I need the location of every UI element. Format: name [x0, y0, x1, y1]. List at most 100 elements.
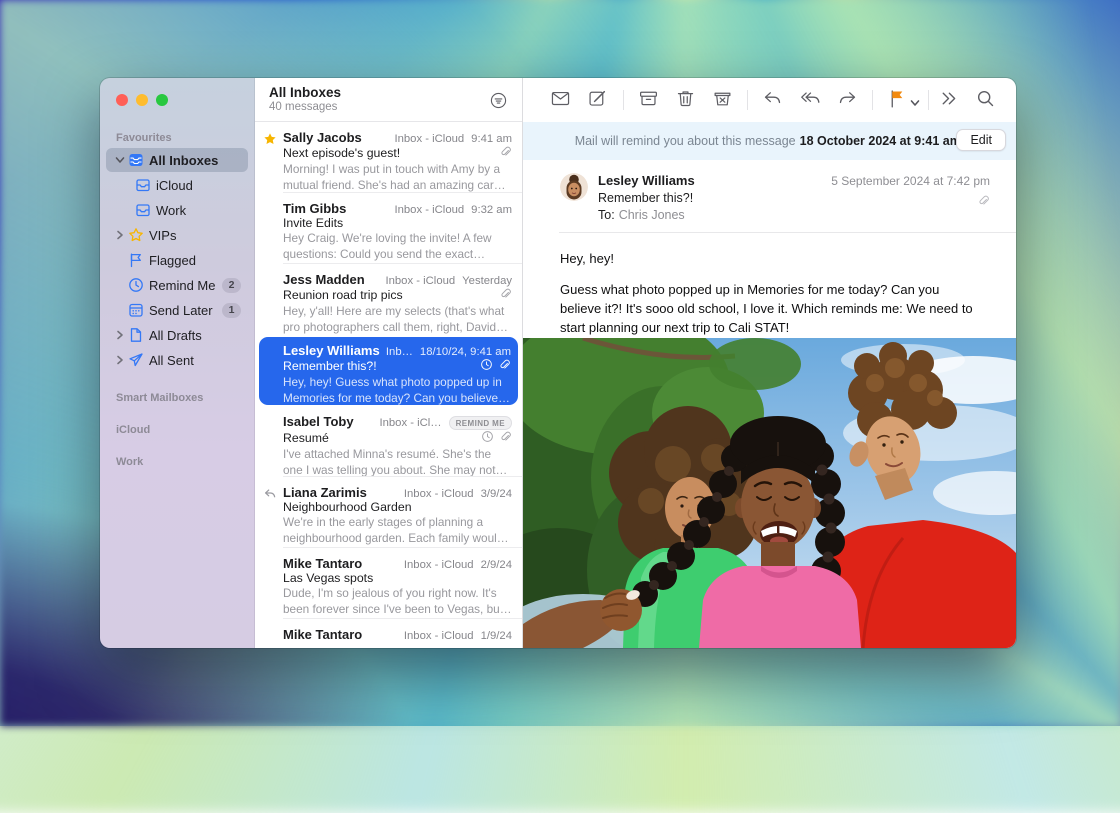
clock-icon: [481, 430, 494, 446]
message-preview: Hey, hey! Guess what photo popped up in …: [283, 375, 511, 406]
message-meta: Inbox - iCloud3/9/24: [404, 488, 512, 500]
toolbar-divider: [872, 90, 873, 110]
message-sender: Sally Jacobs: [283, 130, 362, 145]
zoom-window-button[interactable]: [156, 94, 168, 106]
message-meta: Inbox - iCloud 1/9/24: [404, 630, 512, 642]
message-date: 1/9/24: [481, 630, 512, 642]
sidebar-item-label: All Drafts: [149, 328, 202, 343]
chevron-down-icon[interactable]: [113, 156, 126, 164]
chevron-right-icon[interactable]: [113, 330, 126, 340]
message-subject: Las Vegas spots: [283, 571, 373, 585]
count-badge: 2: [222, 278, 241, 293]
message-date: 5 September 2024 at 7:42 pm: [831, 174, 990, 188]
photo-attachment[interactable]: [523, 338, 1016, 648]
toolbar-get-mail-button[interactable]: [548, 85, 573, 115]
inbox-icon: [134, 177, 151, 194]
sidebar-section-header: Work: [116, 456, 254, 468]
message-sender: Tim Gibbs: [283, 201, 346, 216]
sidebar-item-vips[interactable]: VIPs: [106, 223, 248, 247]
toolbar-divider: [928, 90, 929, 110]
message-meta: Inbox - iCl…REMIND ME: [379, 416, 512, 430]
filter-button[interactable]: [487, 89, 510, 115]
minimize-window-button[interactable]: [136, 94, 148, 106]
flagged-star-icon: [263, 132, 278, 147]
message-preview: Hey Craig. We're loving the invite! A fe…: [283, 231, 512, 262]
message-body: Hey, hey! Guess what photo popped up in M…: [523, 233, 1016, 338]
message-flags: [480, 358, 511, 374]
message-row-mike-tantaro-7[interactable]: Mike Tantaro Inbox - iCloud 1/9/24: [255, 619, 522, 648]
message-preview: Dude, I'm so jealous of you right now. I…: [283, 586, 512, 617]
message-preview: We're in the early stages of planning a …: [283, 515, 512, 546]
message-mailbox: Inbox - iCloud: [404, 488, 474, 500]
message-row-tim-gibbs-1[interactable]: Tim GibbsInbox - iCloud9:32 amInvite Edi…: [255, 193, 522, 264]
message-count: 40 messages: [269, 101, 341, 113]
toolbar-forward-button[interactable]: [835, 85, 860, 115]
toolbar-reply-all-button[interactable]: [798, 85, 823, 115]
message-row-jess-madden-2[interactable]: Jess Madden Inbox - iCloudYesterdayReunio…: [255, 264, 522, 335]
message-sender[interactable]: Lesley Williams: [598, 173, 695, 188]
message-flags: [481, 430, 512, 446]
message-header: Lesley Williams Remember this?! To:Chris…: [523, 160, 1016, 233]
close-window-button[interactable]: [116, 94, 128, 106]
sidebar-item-remind-me[interactable]: Remind Me2: [106, 273, 248, 297]
sidebar-item-work[interactable]: Work: [106, 198, 248, 222]
message-meta: Inbox - iCloudYesterday: [385, 275, 512, 287]
sidebar-item-icloud[interactable]: iCloud: [106, 173, 248, 197]
recipient-name[interactable]: Chris Jones: [619, 208, 685, 222]
toolbar-divider: [623, 90, 624, 110]
message-list-header: All Inboxes 40 messages: [255, 78, 522, 122]
message-date: 9:32 am: [471, 204, 512, 216]
body-paragraph: Guess what photo popped up in Memories f…: [560, 281, 976, 338]
toolbar-search-button[interactable]: [973, 85, 998, 115]
body-paragraph: Hey, hey!: [560, 250, 976, 269]
more-icon: [938, 88, 959, 112]
message-row-isabel-toby-4[interactable]: Isabel TobyInbox - iCl…REMIND MEResuméI'…: [255, 406, 522, 477]
message-mailbox: Inbox - iCloud: [394, 204, 464, 216]
toolbar-flag-button[interactable]: [885, 85, 910, 115]
message-date: 9:41 am: [471, 133, 512, 145]
message-subject: Remember this?!: [283, 359, 377, 373]
sidebar-item-all-sent[interactable]: All Sent: [106, 348, 248, 372]
chevron-down-icon[interactable]: [910, 99, 920, 107]
message-mailbox: Inbox - iCloud: [404, 559, 474, 571]
toolbar-trash-button[interactable]: [673, 85, 698, 115]
reply-icon: [762, 88, 783, 112]
sidebar-item-all-drafts[interactable]: All Drafts: [106, 323, 248, 347]
paperclip-icon: [499, 430, 512, 446]
toolbar-compose-button[interactable]: [585, 85, 610, 115]
message-flags: [499, 145, 512, 161]
archive-icon: [638, 88, 659, 112]
chevron-right-icon[interactable]: [113, 355, 126, 365]
message-sender: Mike Tantaro: [283, 627, 362, 642]
sidebar-item-send-later[interactable]: Send Later1: [106, 298, 248, 322]
count-badge: 1: [222, 303, 241, 318]
trash-icon: [675, 88, 696, 112]
toolbar-junk-button[interactable]: [710, 85, 735, 115]
chevron-right-icon[interactable]: [113, 230, 126, 240]
message-subject: Remember this?!: [598, 191, 695, 205]
sidebar-item-label: All Sent: [149, 353, 194, 368]
sidebar-section-header: iCloud: [116, 424, 254, 436]
message-subject: Next episode's guest!: [283, 146, 400, 160]
flag-icon: [127, 252, 144, 269]
flag-icon: [887, 88, 908, 112]
message-list-pane: All Inboxes 40 messages Sally JacobsInbo…: [255, 78, 523, 648]
message-sender: Jess Madden: [283, 272, 365, 287]
edit-reminder-button[interactable]: Edit: [956, 129, 1006, 151]
toolbar-archive-button[interactable]: [636, 85, 661, 115]
message-row-liana-zarimis-5[interactable]: Liana ZarimisInbox - iCloud3/9/24Neighbo…: [255, 477, 522, 548]
toolbar-more-button[interactable]: [935, 85, 960, 115]
search-icon: [975, 88, 996, 112]
message-subject: Reunion road trip pics: [283, 288, 403, 302]
message-preview: Hey, y'all! Here are my selects (that's …: [283, 304, 512, 335]
message-row-sally-jacobs-0[interactable]: Sally JacobsInbox - iCloud9:41 amNext ep…: [255, 122, 522, 193]
message-sender: Liana Zarimis: [283, 485, 367, 500]
paperclip-icon: [831, 194, 990, 207]
sidebar-item-flagged[interactable]: Flagged: [106, 248, 248, 272]
toolbar-reply-button[interactable]: [760, 85, 785, 115]
message-sender: Lesley Williams: [283, 343, 380, 358]
message-mailbox: Inbox - iCloud: [404, 630, 474, 642]
sidebar-item-all-inboxes[interactable]: All Inboxes: [106, 148, 248, 172]
message-row-mike-tantaro-6[interactable]: Mike TantaroInbox - iCloud2/9/24Las Vega…: [255, 548, 522, 619]
message-row-lesley-williams-3[interactable]: Lesley WilliamsInb…18/10/24, 9:41 amReme…: [259, 337, 518, 405]
